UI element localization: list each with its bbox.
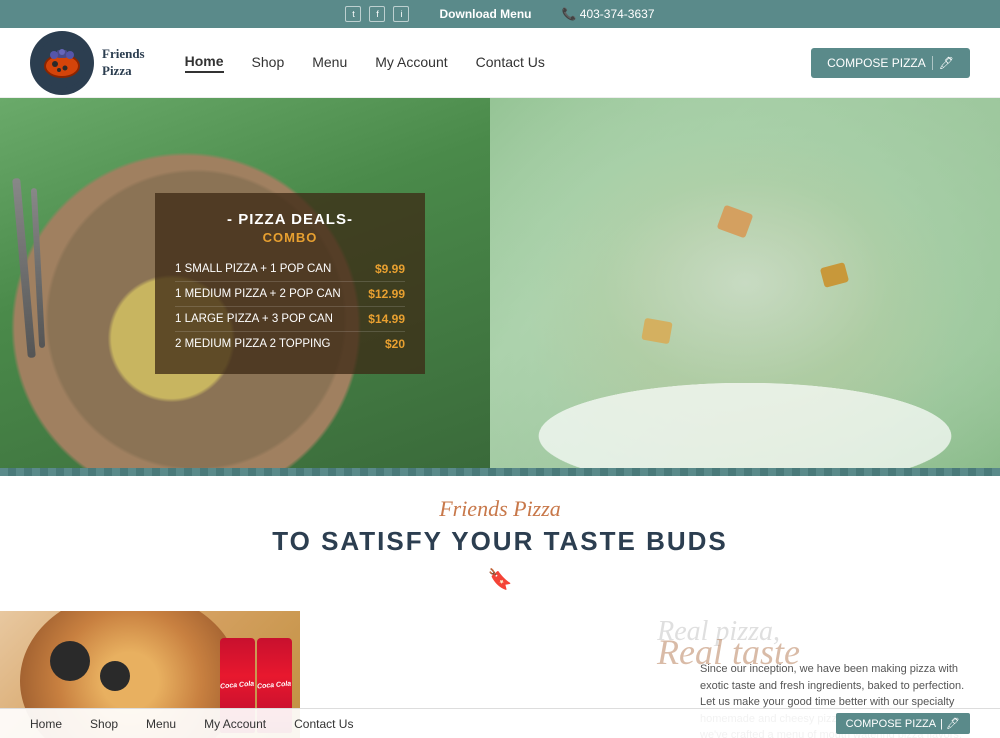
compose-label: COMPOSE PIZZA — [827, 56, 926, 70]
compose-pizza-button[interactable]: COMPOSE PIZZA 🖊 — [811, 48, 970, 78]
deals-box: - PIZZA DEALS- COMBO 1 SMALL PIZZA + 1 P… — [155, 193, 425, 374]
second-nav-account[interactable]: My Account — [204, 717, 266, 731]
phone-number: 📞 403-374-3637 — [561, 7, 654, 21]
deal-row-2: 1 MEDIUM PIZZA + 2 POP CAN $12.99 — [175, 282, 405, 307]
deal-name-4: 2 MEDIUM PIZZA 2 TOPPING — [175, 338, 331, 350]
compose-divider: 🖊 — [932, 56, 954, 70]
second-compose-button[interactable]: COMPOSE PIZZA | 🖊 — [836, 713, 970, 734]
nav-home[interactable]: Home — [185, 53, 224, 73]
logo-icon — [30, 31, 94, 95]
second-nav: Home Shop Menu My Account Contact Us COM… — [0, 708, 1000, 738]
nav-links: Home Shop Menu My Account Contact Us — [185, 53, 811, 73]
instagram-icon[interactable]: i — [393, 6, 409, 22]
nav-shop[interactable]: Shop — [252, 54, 285, 72]
nav-contact-us[interactable]: Contact Us — [476, 54, 545, 72]
social-icons: t f i — [345, 6, 409, 22]
nav-bar: Friends Pizza Home Shop Menu My Account … — [0, 28, 1000, 98]
deal-row-4: 2 MEDIUM PIZZA 2 TOPPING $20 — [175, 332, 405, 356]
nav-menu[interactable]: Menu — [312, 54, 347, 72]
bookmark-icon: 🔖 — [0, 567, 1000, 592]
deal-name-2: 1 MEDIUM PIZZA + 2 POP CAN — [175, 288, 341, 300]
second-nav-contact[interactable]: Contact Us — [294, 717, 353, 731]
separator — [0, 468, 1000, 476]
second-nav-shop[interactable]: Shop — [90, 717, 118, 731]
download-menu-link[interactable]: Download Menu — [439, 7, 531, 21]
tagline: TO SATISFY YOUR TASTE BUDS — [0, 526, 1000, 557]
deals-subtitle: COMBO — [175, 230, 405, 245]
cola-label-2: Coca Cola — [257, 681, 292, 691]
hero-section: - PIZZA DEALS- COMBO 1 SMALL PIZZA + 1 P… — [0, 98, 1000, 468]
deal-price-1: $9.99 — [365, 262, 405, 276]
logo-area: Friends Pizza — [30, 31, 145, 95]
deal-price-3: $14.99 — [365, 312, 405, 326]
second-nav-menu[interactable]: Menu — [146, 717, 176, 731]
hero-right-image — [490, 98, 1000, 468]
deal-price-4: $20 — [365, 337, 405, 351]
deal-name-3: 1 LARGE PIZZA + 3 POP CAN — [175, 313, 333, 325]
twitter-icon[interactable]: t — [345, 6, 361, 22]
deal-row-3: 1 LARGE PIZZA + 3 POP CAN $14.99 — [175, 307, 405, 332]
crouton-3 — [641, 318, 672, 345]
deal-price-2: $12.99 — [365, 287, 405, 301]
cola-label-1: Coca Cola — [220, 681, 255, 691]
logo-text: Friends Pizza — [102, 46, 145, 80]
bottom-section: Coca Cola Coca Cola Real pizza, Real tas… — [0, 611, 1000, 738]
deal-name-1: 1 SMALL PIZZA + 1 POP CAN — [175, 263, 331, 275]
second-nav-home[interactable]: Home — [30, 717, 62, 731]
brand-script: Friends Pizza — [0, 496, 1000, 522]
deals-title: - PIZZA DEALS- — [175, 211, 405, 228]
content-section: Friends Pizza TO SATISFY YOUR TASTE BUDS… — [0, 476, 1000, 611]
nav-my-account[interactable]: My Account — [375, 54, 447, 72]
facebook-icon[interactable]: f — [369, 6, 385, 22]
top-bar: t f i Download Menu 📞 403-374-3637 — [0, 0, 1000, 28]
deal-row-1: 1 SMALL PIZZA + 1 POP CAN $9.99 — [175, 257, 405, 282]
